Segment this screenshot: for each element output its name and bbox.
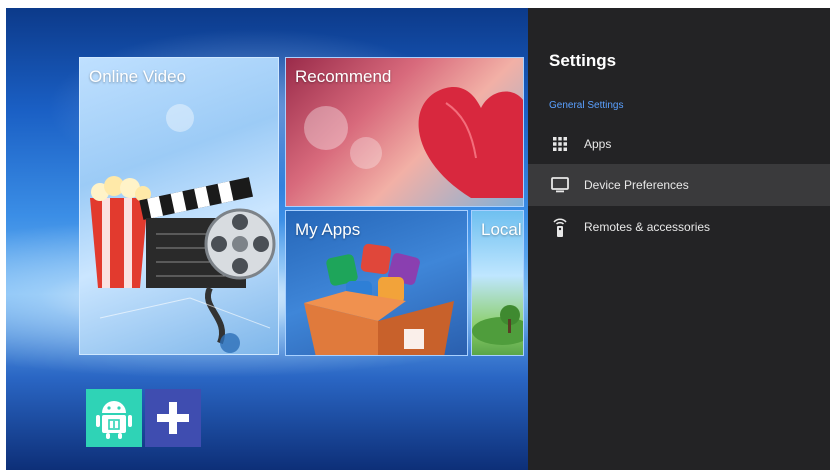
tile-local[interactable]: Local [471, 210, 524, 356]
remote-icon [549, 216, 571, 238]
landscape-icon [472, 305, 523, 345]
app-box-icon [304, 243, 454, 355]
tv-icon [549, 174, 571, 196]
settings-item-apps[interactable]: Apps [528, 123, 830, 165]
android-app-button[interactable] [86, 389, 142, 447]
heart-icon [304, 87, 523, 198]
settings-item-device-preferences[interactable]: Device Preferences [528, 164, 830, 206]
settings-item-apps-label: Apps [584, 137, 612, 151]
popcorn-clapper-reel-icon [90, 104, 276, 353]
settings-item-device-preferences-label: Device Preferences [584, 178, 689, 192]
tile-my-apps[interactable]: My Apps [285, 210, 468, 356]
settings-title: Settings [549, 51, 617, 70]
add-app-button[interactable] [145, 389, 201, 447]
android-icon [96, 401, 132, 439]
settings-item-remotes-accessories-label: Remotes & accessories [584, 220, 711, 234]
tile-online-video[interactable]: Online Video [79, 57, 279, 355]
plus-icon [157, 402, 189, 434]
general-settings-header: General Settings [549, 100, 624, 111]
grid-icon [549, 133, 571, 155]
settings-panel: Settings General Settings Apps Device Pr… [528, 8, 830, 470]
settings-item-remotes-accessories[interactable]: Remotes & accessories [528, 206, 830, 248]
tile-recommend[interactable]: Recommend [285, 57, 524, 207]
